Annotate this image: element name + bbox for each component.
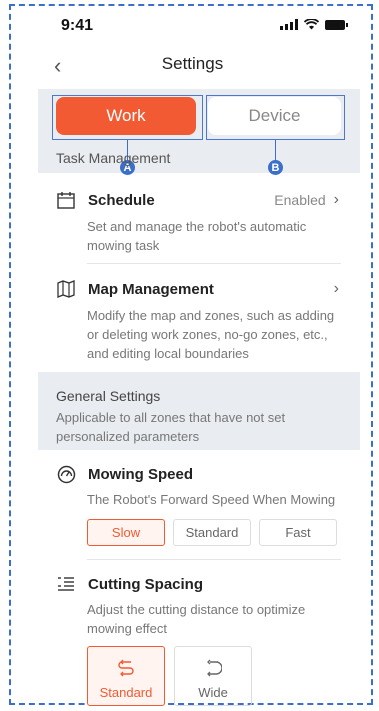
schedule-row[interactable]: Schedule Enabled › — [56, 189, 339, 211]
cutting-spacing-description: Adjust the cutting distance to optimize … — [87, 602, 306, 636]
schedule-label: Schedule — [88, 191, 155, 209]
wifi-icon — [304, 19, 319, 30]
annotation-box-a — [52, 95, 203, 140]
spacing-option-standard-label: Standard — [99, 685, 153, 700]
calendar-icon — [56, 190, 76, 210]
wide-path-icon — [207, 659, 222, 677]
task-management-title: Task Management — [56, 150, 171, 166]
cutting-spacing-row: Cutting Spacing — [56, 573, 339, 595]
mowing-speed-options: Slow Standard Fast — [87, 519, 337, 546]
mowing-speed-row: Mowing Speed — [56, 463, 339, 485]
schedule-value: Enabled — [274, 192, 326, 208]
speed-option-standard[interactable]: Standard — [173, 519, 251, 546]
annotation-marker-b: B — [268, 160, 283, 175]
chevron-right-icon: › — [333, 280, 339, 297]
spacing-option-wide[interactable]: Wide — [174, 646, 252, 706]
annotation-leader-b — [275, 140, 276, 162]
divider — [87, 559, 341, 560]
narrow-path-icon — [118, 659, 134, 677]
nav-bar: ‹ Settings — [40, 50, 345, 80]
map-management-row[interactable]: Map Management › — [56, 278, 339, 300]
speedometer-icon — [56, 464, 76, 484]
spacing-option-wide-label: Wide — [198, 685, 228, 700]
divider — [87, 263, 341, 264]
speed-option-slow[interactable]: Slow — [87, 519, 165, 546]
map-management-description: Modify the map and zones, such as adding… — [87, 308, 335, 361]
map-management-label: Map Management — [88, 280, 214, 298]
signal-icon — [280, 19, 298, 30]
speed-option-fast[interactable]: Fast — [259, 519, 337, 546]
page-title: Settings — [161, 54, 224, 73]
mowing-speed-label: Mowing Speed — [88, 465, 193, 483]
status-icons — [280, 19, 348, 30]
status-bar: 9:41 — [58, 17, 348, 35]
cutting-spacing-label: Cutting Spacing — [88, 575, 203, 593]
spacing-icon — [56, 574, 76, 594]
general-settings-description: Applicable to all zones that have not se… — [56, 410, 286, 444]
map-icon — [56, 279, 76, 299]
schedule-description: Set and manage the robot's automatic mow… — [87, 219, 307, 253]
battery-icon — [325, 19, 348, 30]
spacing-option-standard[interactable]: Standard — [87, 646, 165, 706]
status-time: 9:41 — [61, 17, 94, 34]
general-settings-title: General Settings — [56, 388, 161, 404]
mowing-speed-description: The Robot's Forward Speed When Mowing — [87, 492, 336, 507]
chevron-right-icon: › — [333, 191, 339, 208]
annotation-box-b — [206, 95, 345, 140]
